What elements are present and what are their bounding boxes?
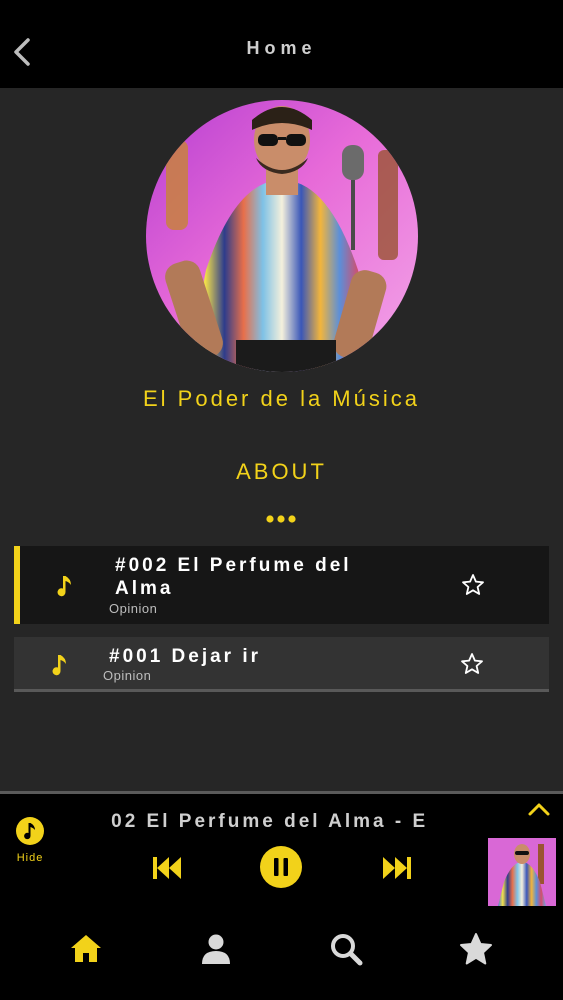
- podcast-cover-image: [146, 100, 418, 372]
- now-playing-title: #002 El Perfume del Alma - E: [108, 811, 458, 837]
- episode-category: Opinion: [109, 601, 158, 616]
- next-button[interactable]: [380, 854, 414, 882]
- mini-player: Hide #002 El Perfume del Alma - E: [0, 791, 563, 909]
- expand-player-button[interactable]: [526, 800, 552, 818]
- star-outline-icon: [461, 653, 483, 674]
- favorite-button[interactable]: [460, 652, 484, 676]
- hide-player-button[interactable]: [15, 816, 45, 846]
- music-note-icon: [52, 655, 66, 676]
- tab-search[interactable]: [326, 929, 366, 969]
- episode-row[interactable]: #002 El Perfume del Alma Opinion: [14, 546, 549, 624]
- pause-icon: [274, 858, 288, 876]
- skip-forward-icon: [383, 857, 411, 879]
- favorite-button[interactable]: [461, 573, 485, 597]
- episode-category: Opinion: [103, 668, 152, 683]
- now-playing-thumbnail[interactable]: [488, 838, 556, 906]
- user-icon: [202, 934, 230, 964]
- about-link[interactable]: ABOUT: [0, 459, 563, 485]
- pause-button[interactable]: [260, 846, 302, 888]
- home-icon: [71, 935, 101, 962]
- hide-label: Hide: [16, 852, 44, 864]
- episode-title: #001 Dejar ir: [109, 646, 262, 667]
- more-dots-icon: [266, 515, 296, 523]
- bottom-tab-bar: [0, 909, 563, 1000]
- skip-back-icon: [153, 857, 181, 879]
- tab-home[interactable]: [66, 929, 106, 969]
- top-bar: Home: [0, 0, 563, 88]
- podcast-title: El Poder de la Música: [143, 386, 420, 411]
- episode-row[interactable]: #001 Dejar ir Opinion: [14, 637, 549, 692]
- page-title: Home: [246, 38, 317, 58]
- tab-favorites[interactable]: [456, 929, 496, 969]
- chevron-up-icon: [528, 803, 550, 816]
- now-playing-text: #002 El Perfume del Alma - E: [108, 811, 429, 832]
- music-note-icon: [57, 576, 71, 597]
- music-note-circle-icon: [16, 817, 44, 845]
- active-indicator: [14, 546, 20, 624]
- tab-profile[interactable]: [196, 929, 236, 969]
- previous-button[interactable]: [150, 854, 184, 882]
- episode-title: #002 El Perfume del Alma: [115, 555, 352, 599]
- search-icon: [331, 934, 363, 966]
- star-icon: [460, 933, 492, 965]
- star-outline-icon: [462, 574, 484, 595]
- more-options-button[interactable]: [264, 508, 298, 530]
